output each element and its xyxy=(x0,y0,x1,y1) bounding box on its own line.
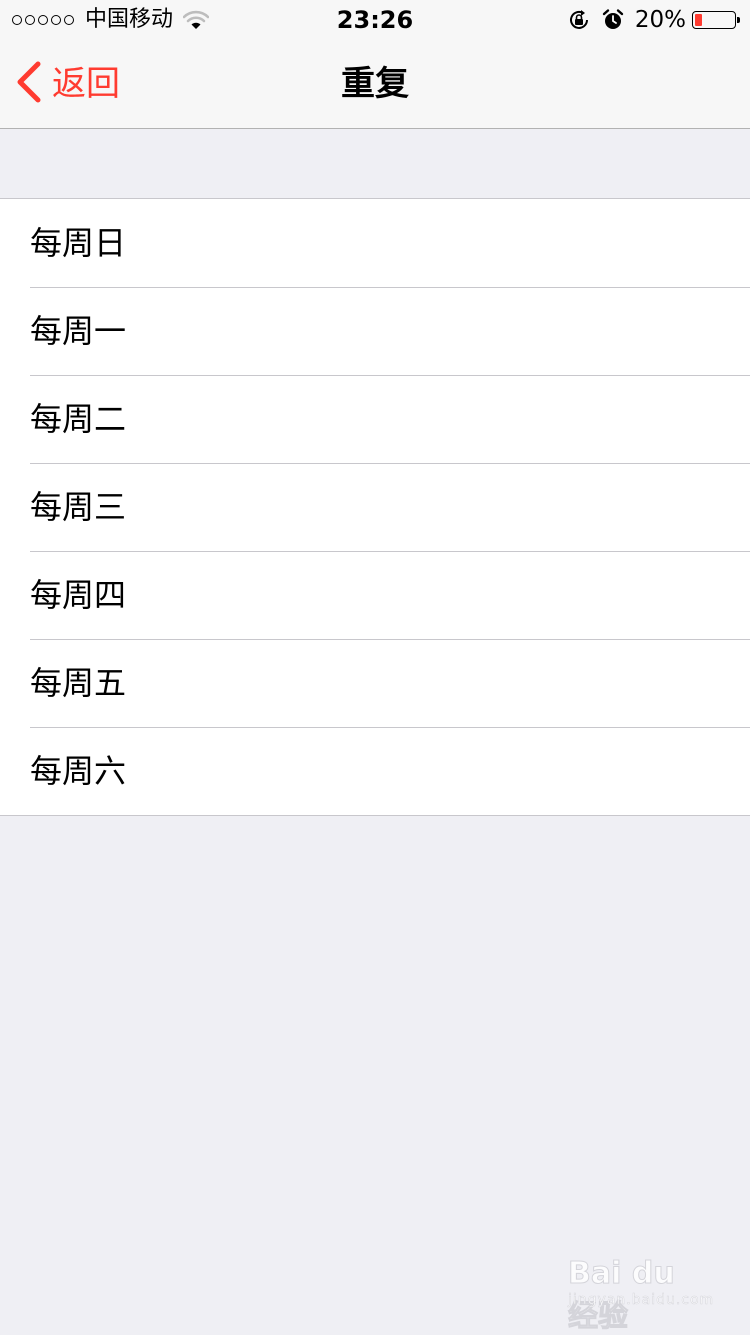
list-item-label: 每周六 xyxy=(30,752,127,790)
status-bar: 中国移动 23:26 20% xyxy=(0,0,750,40)
orientation-lock-icon xyxy=(567,8,591,32)
battery-icon xyxy=(692,11,740,29)
alarm-icon xyxy=(601,8,625,32)
battery-tip xyxy=(737,17,740,23)
list-item-saturday[interactable]: 每周六 xyxy=(0,727,750,815)
navigation-bar: 返回 重复 xyxy=(0,40,750,129)
list-item-tuesday[interactable]: 每周二 xyxy=(0,375,750,463)
page-title: 重复 xyxy=(341,64,409,104)
baidu-jingyan-watermark: Bai du 经验 jingyan.baidu.com xyxy=(568,1246,714,1335)
list-item-label: 每周四 xyxy=(30,576,127,614)
list-item-thursday[interactable]: 每周四 xyxy=(0,551,750,639)
list-item-sunday[interactable]: 每周日 xyxy=(0,199,750,287)
list-item-label: 每周日 xyxy=(30,224,127,262)
repeat-options-list: 每周日 每周一 每周二 每周三 每周四 每周五 每周六 xyxy=(0,198,750,816)
list-item-label: 每周一 xyxy=(30,312,127,350)
list-item-label: 每周二 xyxy=(30,400,127,438)
battery-level-fill xyxy=(695,14,702,26)
list-item-monday[interactable]: 每周一 xyxy=(0,287,750,375)
list-item-friday[interactable]: 每周五 xyxy=(0,639,750,727)
list-item-wednesday[interactable]: 每周三 xyxy=(0,463,750,551)
watermark-url: jingyan.baidu.com xyxy=(568,1292,715,1309)
status-bar-right: 20% xyxy=(567,5,740,35)
battery-percent: 20% xyxy=(634,7,686,33)
list-item-label: 每周五 xyxy=(30,664,127,702)
list-item-label: 每周三 xyxy=(30,488,127,526)
